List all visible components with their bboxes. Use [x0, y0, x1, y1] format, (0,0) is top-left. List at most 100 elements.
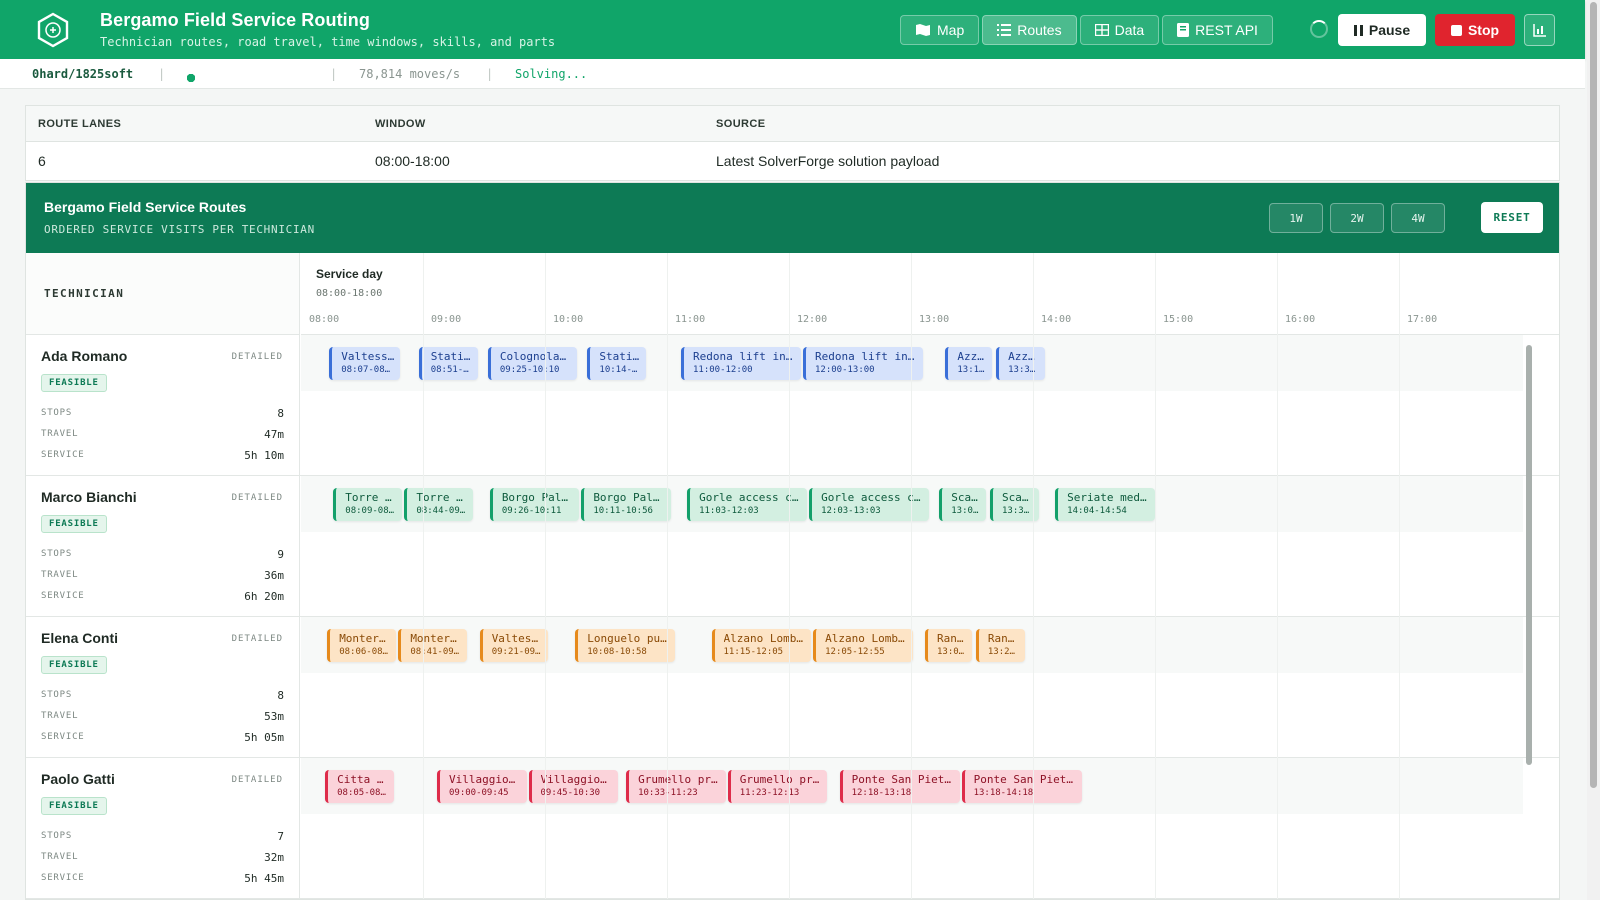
detailed-label[interactable]: DETAILED: [232, 775, 283, 785]
visit-card[interactable]: Villaggio … 09:00-09:45: [437, 770, 527, 803]
metric-value: 36m: [264, 569, 284, 582]
pause-button[interactable]: Pause: [1338, 14, 1426, 46]
nav-map-button[interactable]: Map: [900, 15, 980, 45]
visit-card[interactable]: Redona lift ins… 12:00-13:00: [803, 347, 923, 380]
zoom-1w-button[interactable]: 1W: [1269, 203, 1323, 233]
visit-card[interactable]: Scan… 13:0…: [939, 488, 987, 521]
visit-card[interactable]: Citta A… 08:05-08…: [325, 770, 394, 803]
technician-info: Marco Bianchi DETAILED FEASIBLE STOPS 9 TRAVE…: [26, 476, 300, 617]
metric-value: 5h 05m: [244, 731, 284, 744]
visit-card[interactable]: Torre B… 08:09-08…: [333, 488, 403, 521]
hour-gridline: [789, 253, 790, 899]
visit-card[interactable]: Redona lift ins… 11:00-12:00: [681, 347, 801, 380]
page-scrollbar[interactable]: [1587, 0, 1600, 900]
visit-card[interactable]: Borgo Pala… 10:11-10:56: [581, 488, 671, 521]
visit-card[interactable]: Montero… 08:06-08…: [327, 629, 396, 662]
visit-time: 08:09-08…: [345, 506, 395, 516]
route-lane: Montero… 08:06-08… Montero… 08:41-09… Valtes…: [301, 617, 1523, 673]
stop-icon: [1450, 24, 1462, 36]
visit-card[interactable]: Montero… 08:41-09…: [398, 629, 468, 662]
visit-time: 10:08-10:58: [587, 647, 647, 657]
zoom-2w-button[interactable]: 2W: [1330, 203, 1384, 233]
visit-name: Azza…: [957, 350, 991, 363]
visit-time: 13:3…: [1008, 365, 1036, 375]
visit-time: 09:00-09:45: [449, 788, 509, 798]
hour-tick-label: 15:00: [1163, 314, 1194, 325]
page-scroll-thumb[interactable]: [1590, 2, 1597, 788]
value-source: Latest SolverForge solution payload: [716, 153, 940, 169]
metric-value: 8: [277, 689, 284, 702]
visit-time: 08:07-08…: [341, 365, 391, 375]
visit-card[interactable]: Ponte San Pietr… 13:18-14:18: [961, 770, 1082, 803]
visit-card[interactable]: Azza… 13:1…: [945, 347, 993, 380]
pause-label: Pause: [1368, 22, 1411, 38]
visit-name: Redona lift ins…: [815, 350, 921, 363]
visit-card[interactable]: Torre B… 08:44-09…: [404, 488, 474, 521]
detailed-label[interactable]: DETAILED: [232, 493, 283, 503]
technician-column-header: TECHNICIAN: [26, 253, 300, 335]
visit-time: 08:06-08…: [339, 647, 388, 657]
visit-card[interactable]: Stati… 08:51-…: [418, 347, 478, 380]
visit-name: Torre B…: [416, 491, 470, 504]
visit-time: 11:00-12:00: [693, 365, 753, 375]
service-day-label: Service day: [316, 267, 383, 281]
visit-card[interactable]: Ponte San Pietr… 12:18-13:18: [839, 770, 960, 803]
nav-rest-api-button[interactable]: REST API: [1162, 15, 1273, 45]
map-icon: [916, 24, 930, 36]
lane-scrollbar[interactable]: [1523, 335, 1535, 899]
visit-time: 09:21-09…: [491, 647, 541, 657]
nav-routes-button[interactable]: Routes: [982, 15, 1077, 45]
visit-card[interactable]: Scan… 13:3…: [990, 488, 1040, 521]
routes-panel: Bergamo Field Service Routes ORDERED SER…: [25, 182, 1560, 900]
visit-card[interactable]: Rani… 13:0…: [925, 629, 972, 662]
visit-card[interactable]: Borgo Pala… 09:26-10:11: [489, 488, 580, 521]
visit-time: 10:11-10:56: [593, 506, 653, 516]
visit-card[interactable]: Grumello pre… 10:33-11:23: [626, 770, 726, 803]
visit-name: Alzano Lomba…: [723, 632, 810, 645]
status-badge: FEASIBLE: [41, 656, 107, 674]
zoom-4w-button[interactable]: 4W: [1391, 203, 1445, 233]
visit-card[interactable]: Grumello pre… 11:23-12:13: [727, 770, 828, 803]
visit-name: Alzano Lomba…: [825, 632, 912, 645]
metric-service: SERVICE 5h 05m: [41, 731, 284, 744]
visit-name: Stati…: [430, 350, 471, 363]
visit-card[interactable]: Rani… 13:2…: [975, 629, 1026, 662]
detailed-label[interactable]: DETAILED: [232, 352, 283, 362]
visit-card[interactable]: Valtess… 09:21-09…: [479, 629, 549, 662]
metric-service: SERVICE 5h 45m: [41, 872, 284, 885]
visit-card[interactable]: Azza… 13:3…: [996, 347, 1046, 380]
visit-card[interactable]: Alzano Lomba… 12:05-12:55: [813, 629, 913, 662]
technician-info: Ada Romano DETAILED FEASIBLE STOPS 8 TRAVEL 47…: [26, 335, 300, 476]
visit-name: Redona lift ins…: [693, 350, 799, 363]
metric-label: TRAVEL: [41, 570, 79, 580]
visit-card[interactable]: Colognola … 09:25-10:10: [487, 347, 578, 380]
technician-name: Elena Conti: [41, 630, 119, 646]
route-lane: Valtess… 08:07-08… Stati… 08:51-… Colognola …: [301, 335, 1523, 391]
lane-scroll-thumb[interactable]: [1526, 345, 1532, 765]
reset-button[interactable]: RESET: [1481, 202, 1543, 233]
hour-gridline: [545, 253, 546, 899]
route-lane: Citta A… 08:05-08… Villaggio … 09:00-09:45 V…: [301, 758, 1523, 814]
analysis-chart-button[interactable]: [1524, 14, 1555, 46]
metric-value: 32m: [264, 851, 284, 864]
metric-label: TRAVEL: [41, 852, 79, 862]
value-route-lanes: 6: [38, 153, 46, 169]
nav-data-button[interactable]: Data: [1079, 15, 1160, 45]
stop-button[interactable]: Stop: [1435, 14, 1515, 46]
visit-name: Longuelo pum…: [587, 632, 674, 645]
timeline-header: Service day 08:00-18:00 08:00 09:00 10:00 1…: [301, 253, 1559, 335]
route-timeline-grid: TECHNICIAN Service day 08:00-18:00 08:00…: [26, 253, 1559, 899]
routes-title: Bergamo Field Service Routes: [44, 199, 247, 215]
visit-card[interactable]: Longuelo pum… 10:08-10:58: [575, 629, 675, 662]
visit-name: Colognola …: [499, 350, 573, 363]
metric-label: SERVICE: [41, 450, 85, 460]
visit-time: 08:51-…: [430, 365, 469, 375]
visit-card[interactable]: Alzano Lomba… 11:15-12:05: [711, 629, 812, 662]
visit-time: 11:03-12:03: [699, 506, 759, 516]
visit-card[interactable]: Stati… 10:14-…: [587, 347, 647, 380]
status-badge: FEASIBLE: [41, 515, 107, 533]
visit-card[interactable]: Villaggio … 09:45-10:30: [528, 770, 618, 803]
visit-card[interactable]: Seriate medi… 14:04-14:54: [1055, 488, 1155, 521]
detailed-label[interactable]: DETAILED: [232, 634, 283, 644]
visit-card[interactable]: Valtess… 08:07-08…: [329, 347, 401, 380]
